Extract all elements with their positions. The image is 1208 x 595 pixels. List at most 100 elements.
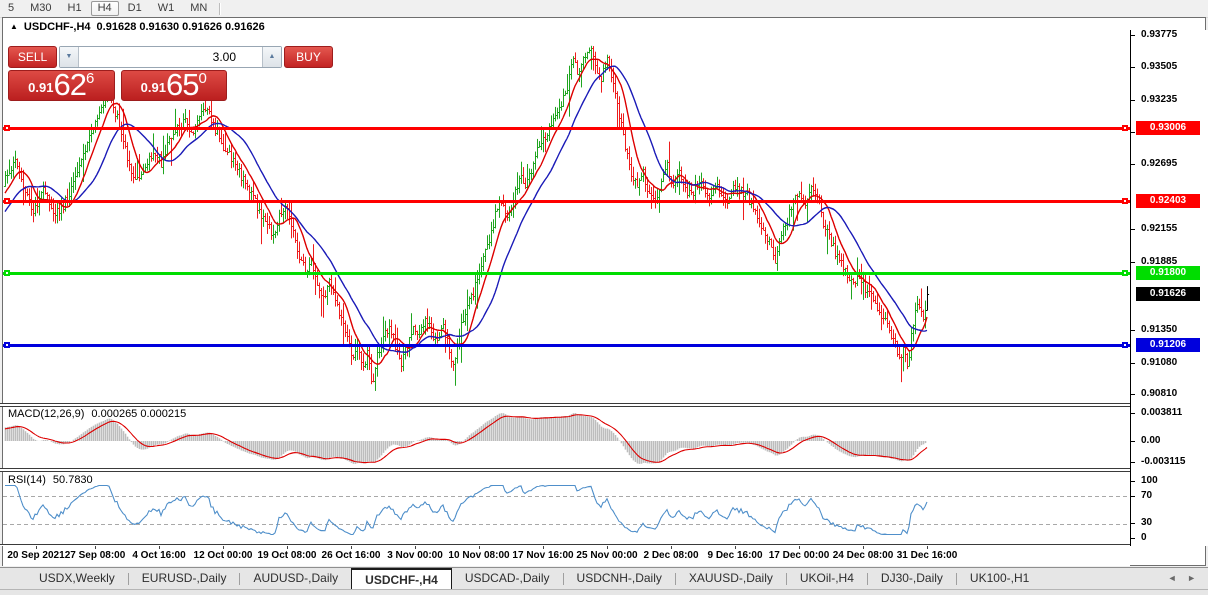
time-tick-label: 25 Nov 00:00: [576, 550, 637, 561]
sell-price-display[interactable]: 0.91 62 6: [8, 70, 115, 101]
buy-price-display[interactable]: 0.91 65 0: [121, 70, 228, 101]
timeframe-button-5[interactable]: 5: [1, 1, 21, 16]
sell-button[interactable]: SELL: [8, 46, 57, 68]
price-level-label[interactable]: 0.91206: [1136, 338, 1200, 352]
time-tick-label: 19 Oct 08:00: [258, 550, 317, 561]
time-tick-mark: [799, 546, 800, 549]
time-tick-label: 31 Dec 16:00: [897, 550, 958, 561]
price-level-handle[interactable]: [1122, 270, 1128, 276]
axis-tick-label: 0.93235: [1141, 94, 1177, 105]
timeframe-toolbar: 5M30H1H4D1W1MN: [0, 0, 1208, 18]
axis-tick-mark: [1131, 394, 1135, 395]
time-tick-label: 17 Nov 16:00: [512, 550, 573, 561]
axis-tick-mark: [1131, 132, 1135, 133]
chart-tabs: USDX,WeeklyEURUSD-,DailyAUDUSD-,DailyUSD…: [0, 568, 1208, 590]
axis-tick-mark: [1131, 523, 1135, 524]
tab-usdx-weekly[interactable]: USDX,Weekly: [26, 568, 128, 589]
price-axis[interactable]: 0.937750.935050.932350.929650.926950.921…: [1130, 30, 1208, 546]
axis-tick-label: 0.93505: [1141, 61, 1177, 72]
axis-tick-mark: [1131, 413, 1135, 414]
price-level-handle[interactable]: [1122, 342, 1128, 348]
tab-xauusd-daily[interactable]: XAUUSD-,Daily: [676, 568, 786, 589]
macd-name: MACD(12,26,9): [8, 408, 84, 420]
time-axis[interactable]: 20 Sep 202127 Sep 08:00 4 Oct 16:00 12 Oct…: [3, 546, 1130, 566]
axis-tick-mark: [1131, 262, 1135, 263]
tab-ukoil-h4[interactable]: UKOil-,H4: [787, 568, 867, 589]
time-tick-mark: [671, 546, 672, 549]
axis-tick-mark: [1131, 67, 1135, 68]
time-tick-label: 27 Sep 08:00: [65, 550, 126, 561]
trading-terminal: 5M30H1H4D1W1MN ▲ USDCHF-,H4 0.91628 0.91…: [0, 0, 1208, 595]
timeframe-button-W1[interactable]: W1: [151, 1, 182, 16]
price-level-label[interactable]: 0.93006: [1136, 121, 1200, 135]
axis-tick-mark: [1131, 538, 1135, 539]
time-tick-mark: [95, 546, 96, 549]
tab-audusd-daily[interactable]: AUDUSD-,Daily: [240, 568, 351, 589]
axis-tick-label: 0.93775: [1141, 29, 1177, 40]
time-tick-mark: [607, 546, 608, 549]
axis-tick-mark: [1131, 164, 1135, 165]
timeframe-button-M30[interactable]: M30: [23, 1, 58, 16]
time-tick-label: 2 Dec 08:00: [643, 550, 698, 561]
timeframe-button-MN[interactable]: MN: [183, 1, 214, 16]
time-tick-mark: [159, 546, 160, 549]
axis-tick-mark: [1131, 35, 1135, 36]
axis-tick-label: 0.91080: [1141, 357, 1177, 368]
time-tick-label: 20 Sep 2021: [7, 550, 64, 561]
tab-scroll-arrows[interactable]: ◄ ►: [1168, 573, 1200, 583]
time-tick-mark: [36, 546, 37, 549]
rsi-name: RSI(14): [8, 474, 46, 486]
time-tick-mark: [543, 546, 544, 549]
sell-price-big: 62: [53, 71, 85, 98]
time-tick-mark: [863, 546, 864, 549]
axis-tick-label: -0.003115: [1141, 456, 1186, 467]
timeframe-button-H4[interactable]: H4: [91, 1, 119, 16]
axis-tick-mark: [1131, 441, 1135, 442]
toolbar-separator: [219, 3, 221, 15]
time-tick-label: 3 Nov 00:00: [387, 550, 443, 561]
time-tick-label: 12 Oct 00:00: [194, 550, 253, 561]
axis-tick-label: 0: [1141, 532, 1147, 543]
axis-tick-mark: [1131, 330, 1135, 331]
price-level-label[interactable]: 0.92403: [1136, 194, 1200, 208]
tab-usdcnh-daily[interactable]: USDCNH-,Daily: [564, 568, 675, 589]
tab-eurusd-daily[interactable]: EURUSD-,Daily: [129, 568, 240, 589]
time-tick-mark: [223, 546, 224, 549]
tab-uk100-h1[interactable]: UK100-,H1: [957, 568, 1042, 589]
tab-dj30-daily[interactable]: DJ30-,Daily: [868, 568, 956, 589]
timeframe-button-H1[interactable]: H1: [61, 1, 89, 16]
time-tick-label: 24 Dec 08:00: [833, 550, 894, 561]
rsi-pane-canvas[interactable]: [3, 472, 1130, 544]
time-tick-mark: [735, 546, 736, 549]
time-tick-label: 9 Dec 16:00: [707, 550, 762, 561]
price-level-label[interactable]: 0.91626: [1136, 287, 1200, 301]
volume-stepper: ▼ ▲: [59, 46, 282, 68]
time-tick-label: 4 Oct 16:00: [132, 550, 185, 561]
volume-decrease-button[interactable]: ▼: [60, 47, 79, 67]
axis-tick-label: 70: [1141, 490, 1152, 501]
volume-input[interactable]: [79, 47, 262, 67]
timeframe-button-D1[interactable]: D1: [121, 1, 149, 16]
buy-button[interactable]: BUY: [284, 46, 333, 68]
axis-tick-mark: [1131, 462, 1135, 463]
time-tick-label: 10 Nov 08:00: [448, 550, 509, 561]
axis-tick-label: 0.90810: [1141, 388, 1177, 399]
sell-price-sup: 6: [86, 72, 94, 85]
chart-tab-bar: USDX,WeeklyEURUSD-,DailyAUDUSD-,DailyUSD…: [0, 567, 1208, 595]
price-level-handle[interactable]: [1122, 198, 1128, 204]
tab-usdchf-h4[interactable]: USDCHF-,H4: [351, 568, 452, 589]
price-level-label[interactable]: 0.91800: [1136, 266, 1200, 280]
time-tick-mark: [927, 546, 928, 549]
time-tick-mark: [351, 546, 352, 549]
price-level-handle[interactable]: [1122, 125, 1128, 131]
axis-tick-label: 30: [1141, 517, 1152, 528]
axis-tick-mark: [1131, 481, 1135, 482]
time-tick-mark: [287, 546, 288, 549]
volume-increase-button[interactable]: ▲: [262, 47, 281, 67]
time-tick-label: 26 Oct 16:00: [322, 550, 381, 561]
axis-tick-mark: [1131, 363, 1135, 364]
tab-usdcad-daily[interactable]: USDCAD-,Daily: [452, 568, 563, 589]
axis-tick-mark: [1131, 229, 1135, 230]
sell-price-prefix: 0.91: [28, 78, 53, 98]
rsi-indicator-label: RSI(14) 50.7830: [8, 474, 93, 486]
